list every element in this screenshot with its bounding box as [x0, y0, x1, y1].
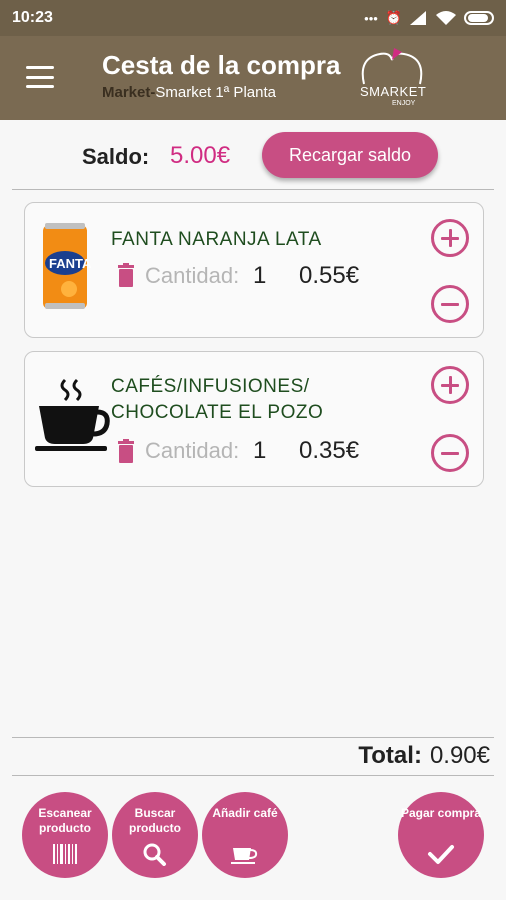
smarket-logo: SMARKET ENJOY — [356, 46, 428, 110]
scan-product-button[interactable]: Escanear producto — [22, 792, 108, 878]
logo-apple-icon — [361, 48, 423, 85]
total: Total: 0.90€ — [358, 742, 490, 770]
add-coffee-button[interactable]: Añadir café — [202, 792, 288, 878]
coffee-cup-image — [35, 378, 110, 451]
saldo-value: 5.00€ — [170, 142, 231, 169]
page-subtitle: Market-Smarket 1ª Planta — [102, 84, 276, 101]
quantity-value: 1 — [253, 262, 267, 289]
delete-icon[interactable] — [117, 439, 135, 463]
fanta-can-image: FANTA — [43, 223, 92, 309]
svg-text:FANTA: FANTA — [49, 256, 92, 271]
saldo-row: Saldo: 5.00€ Recargar saldo — [0, 130, 506, 184]
logo-text: SMARKET — [360, 84, 427, 99]
status-time: 10:23 — [12, 9, 53, 26]
alarm-icon: ⏰ — [385, 10, 402, 25]
recharge-balance-button[interactable]: Recargar saldo — [262, 132, 438, 178]
total-label: Total: — [358, 742, 422, 769]
subtitle-location: Smarket 1ª Planta — [155, 84, 276, 101]
search-product-label: Buscar producto — [129, 806, 181, 835]
add-coffee-label: Añadir café — [212, 806, 278, 820]
quantity-label: Cantidad: — [145, 263, 240, 288]
saldo-label: Saldo: — [82, 144, 150, 169]
product-price: 0.35€ — [299, 437, 360, 464]
total-value: 0.90€ — [429, 742, 490, 769]
page-title: Cesta de la compra — [102, 50, 341, 80]
search-icon — [143, 843, 166, 866]
divider — [12, 775, 494, 776]
check-icon — [428, 845, 454, 864]
signal-icon — [410, 11, 426, 25]
more-dots-icon: ••• — [364, 10, 378, 26]
scan-product-label: Escanear producto — [38, 806, 92, 835]
product-name: CAFÉS/INFUSIONES/ CHOCOLATE EL POZO — [111, 374, 323, 426]
product-name-line: CHOCOLATE EL POZO — [111, 402, 324, 423]
barcode-icon — [53, 844, 77, 864]
coffee-icon — [231, 848, 258, 864]
divider — [12, 737, 494, 738]
increase-quantity-button[interactable] — [431, 366, 469, 404]
product-name-line: CAFÉS/INFUSIONES/ — [111, 376, 310, 397]
status-bar: 10:23 ••• ⏰ — [0, 0, 506, 36]
delete-icon[interactable] — [117, 263, 135, 287]
decrease-quantity-button[interactable] — [431, 285, 469, 323]
app-bar: Cesta de la compra Market-Smarket 1ª Pla… — [0, 36, 506, 120]
cart-item: FANTA FANTA NARANJA LATA Cantidad: 1 0.5… — [24, 202, 484, 338]
decrease-quantity-button[interactable] — [431, 434, 469, 472]
search-product-button[interactable]: Buscar producto — [112, 792, 198, 878]
divider — [12, 189, 494, 190]
pay-purchase-label: Pagar compra — [400, 806, 482, 820]
cart-item: CAFÉS/INFUSIONES/ CHOCOLATE EL POZO Cant… — [24, 351, 484, 487]
wifi-icon — [436, 11, 456, 25]
menu-icon[interactable] — [26, 66, 54, 88]
quantity-label: Cantidad: — [145, 438, 240, 463]
battery-icon — [464, 11, 494, 25]
product-price: 0.55€ — [299, 262, 360, 289]
product-name: FANTA NARANJA LATA — [111, 229, 322, 250]
subtitle-market: Market- — [102, 84, 156, 101]
status-icons: ••• ⏰ — [364, 10, 494, 26]
logo-subtext: ENJOY — [392, 100, 416, 107]
increase-quantity-button[interactable] — [431, 219, 469, 257]
pay-purchase-button[interactable]: Pagar compra — [398, 792, 484, 878]
quantity-value: 1 — [253, 437, 267, 464]
